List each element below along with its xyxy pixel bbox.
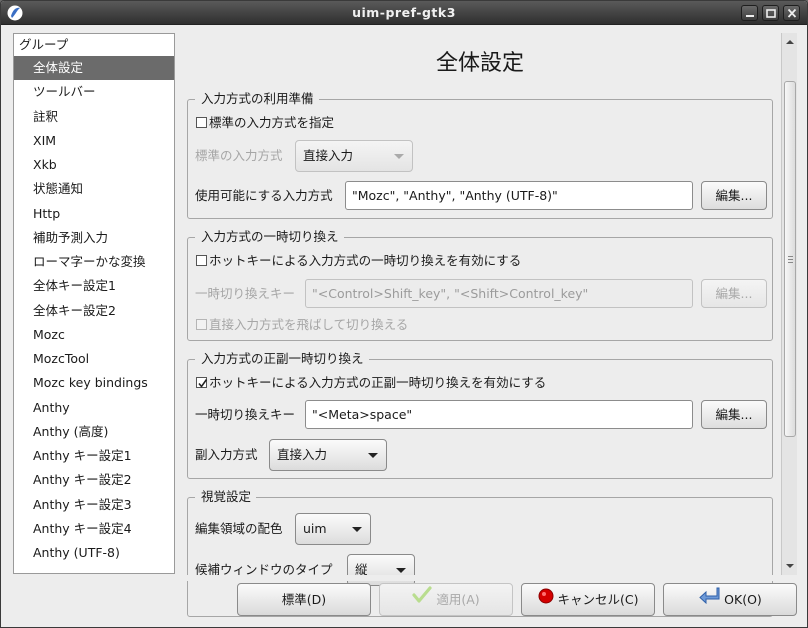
chevron-down-icon <box>352 527 362 532</box>
ps-toggle-key-field[interactable]: "<Meta>space" <box>305 400 693 429</box>
close-icon <box>787 8 797 18</box>
minimize-icon <box>746 15 754 17</box>
sidebar-item-mozc[interactable]: Mozc <box>14 323 174 347</box>
enabled-im-label: 使用可能にする入力方式 <box>195 188 333 203</box>
sidebar-item-romaji-kana[interactable]: ローマ字ーかな変換 <box>14 250 174 274</box>
sidebar-item-mozctool[interactable]: MozcTool <box>14 347 174 371</box>
sidebar-item-toolbar[interactable]: ツールバー <box>14 80 174 104</box>
minimize-button[interactable] <box>741 5 758 21</box>
sidebar-item-annotation[interactable]: 註釈 <box>14 105 174 129</box>
ps-toggle-key-edit-button[interactable]: 編集... <box>701 400 767 429</box>
section-im-primary-secondary-label: 入力方式の正副一時切り換え <box>195 351 369 367</box>
main-window: uim-pref-gtk3 グループ 全体設定 ツールバー 註釈 XIM Xkb… <box>0 0 808 628</box>
default-im-combo[interactable]: 直接入力 <box>295 140 413 172</box>
enable-primary-secondary-checkbox[interactable]: ホットキーによる入力方式の正副一時切り換えを有効にする <box>196 375 546 391</box>
sidebar-item-global-keys-1[interactable]: 全体キー設定1 <box>14 274 174 298</box>
sidebar-item-status-notify[interactable]: 状態通知 <box>14 177 174 201</box>
checkbox-box[interactable] <box>196 319 207 330</box>
checkbox-box[interactable] <box>196 117 207 128</box>
sidebar-item-prediction[interactable]: 補助予測入力 <box>14 226 174 250</box>
cancel-button[interactable]: キャンセル(C) <box>521 583 655 616</box>
toggle-key-edit-button[interactable]: 編集... <box>701 279 767 308</box>
sidebar-item-http[interactable]: Http <box>14 202 174 226</box>
chevron-down-icon <box>394 154 404 159</box>
scroll-down-icon[interactable] <box>784 561 796 571</box>
sidebar-item-xkb[interactable]: Xkb <box>14 153 174 177</box>
sidebar-item-xim[interactable]: XIM <box>14 129 174 153</box>
scrollbar-thumb[interactable] <box>784 81 796 437</box>
secondary-im-combo[interactable]: 直接入力 <box>269 439 387 471</box>
checkmark-icon <box>412 584 432 615</box>
checkmark-icon <box>198 379 208 388</box>
title-bar[interactable]: uim-pref-gtk3 <box>1 1 807 25</box>
section-im-toggle-label: 入力方式の一時切り換え <box>195 229 344 245</box>
stop-circle-icon <box>538 584 554 615</box>
sidebar-item-anthy-keys-3[interactable]: Anthy キー設定3 <box>14 493 174 517</box>
ps-toggle-key-label: 一時切り換えキー <box>195 407 296 422</box>
skip-direct-checkbox[interactable]: 直接入力方式を飛ばして切り換える <box>196 317 408 333</box>
section-im-preparation-label: 入力方式の利用準備 <box>195 91 319 107</box>
sidebar-item-anthy-advanced[interactable]: Anthy (高度) <box>14 420 174 444</box>
enabled-im-edit-button[interactable]: 編集... <box>701 181 767 210</box>
secondary-im-label: 副入力方式 <box>195 447 258 462</box>
viewport-edge <box>177 575 797 581</box>
section-visual-label: 視覚設定 <box>195 489 257 505</box>
chevron-down-icon <box>396 568 406 573</box>
page-title: 全体設定 <box>435 51 524 76</box>
group-list-header[interactable]: グループ <box>14 34 174 56</box>
enable-toggle-checkbox[interactable]: ホットキーによる入力方式の一時切り換えを有効にする <box>196 253 521 269</box>
maximize-button[interactable] <box>762 5 779 21</box>
toggle-key-field[interactable]: "<Control>Shift_key", "<Shift>Control_ke… <box>305 279 693 308</box>
toggle-key-label: 一時切り換えキー <box>195 286 296 301</box>
checkbox-box[interactable] <box>196 255 207 266</box>
specify-default-im-checkbox[interactable]: 標準の入力方式を指定 <box>196 115 334 131</box>
default-button[interactable]: 標準(D) <box>237 583 371 616</box>
chevron-down-icon <box>368 453 378 458</box>
sidebar-item-global-keys-2[interactable]: 全体キー設定2 <box>14 299 174 323</box>
sidebar-item-anthy-keys-1[interactable]: Anthy キー設定1 <box>14 444 174 468</box>
default-im-label: 標準の入力方式 <box>195 148 283 163</box>
close-button[interactable] <box>783 5 800 21</box>
maximize-icon <box>766 9 776 18</box>
apply-button[interactable]: 適用(A) <box>379 583 513 616</box>
sidebar-item-anthy-keys-4[interactable]: Anthy キー設定4 <box>14 517 174 541</box>
preedit-color-combo[interactable]: uim <box>295 513 371 545</box>
sidebar-item-anthy-keys-2[interactable]: Anthy キー設定2 <box>14 468 174 492</box>
checkbox-box[interactable] <box>196 377 208 388</box>
enabled-im-field[interactable]: "Mozc", "Anthy", "Anthy (UTF-8)" <box>345 181 693 210</box>
sidebar-item-mozc-key-bindings[interactable]: Mozc key bindings <box>14 371 174 395</box>
sidebar-item-anthy-utf8[interactable]: Anthy (UTF-8) <box>14 541 174 565</box>
sidebar-item-anthy[interactable]: Anthy <box>14 396 174 420</box>
scroll-up-icon[interactable] <box>784 37 796 47</box>
window-title: uim-pref-gtk3 <box>352 5 456 20</box>
preedit-color-label: 編集領域の配色 <box>195 521 283 536</box>
return-arrow-icon <box>698 584 720 615</box>
group-list[interactable]: グループ 全体設定 ツールバー 註釈 XIM Xkb 状態通知 Http 補助予… <box>13 33 175 574</box>
sidebar-item-global-settings[interactable]: 全体設定 <box>14 56 174 81</box>
candidate-window-combo[interactable]: 縦 <box>347 554 415 586</box>
vertical-scrollbar[interactable] <box>781 33 797 575</box>
ok-button[interactable]: OK(O) <box>663 583 797 616</box>
